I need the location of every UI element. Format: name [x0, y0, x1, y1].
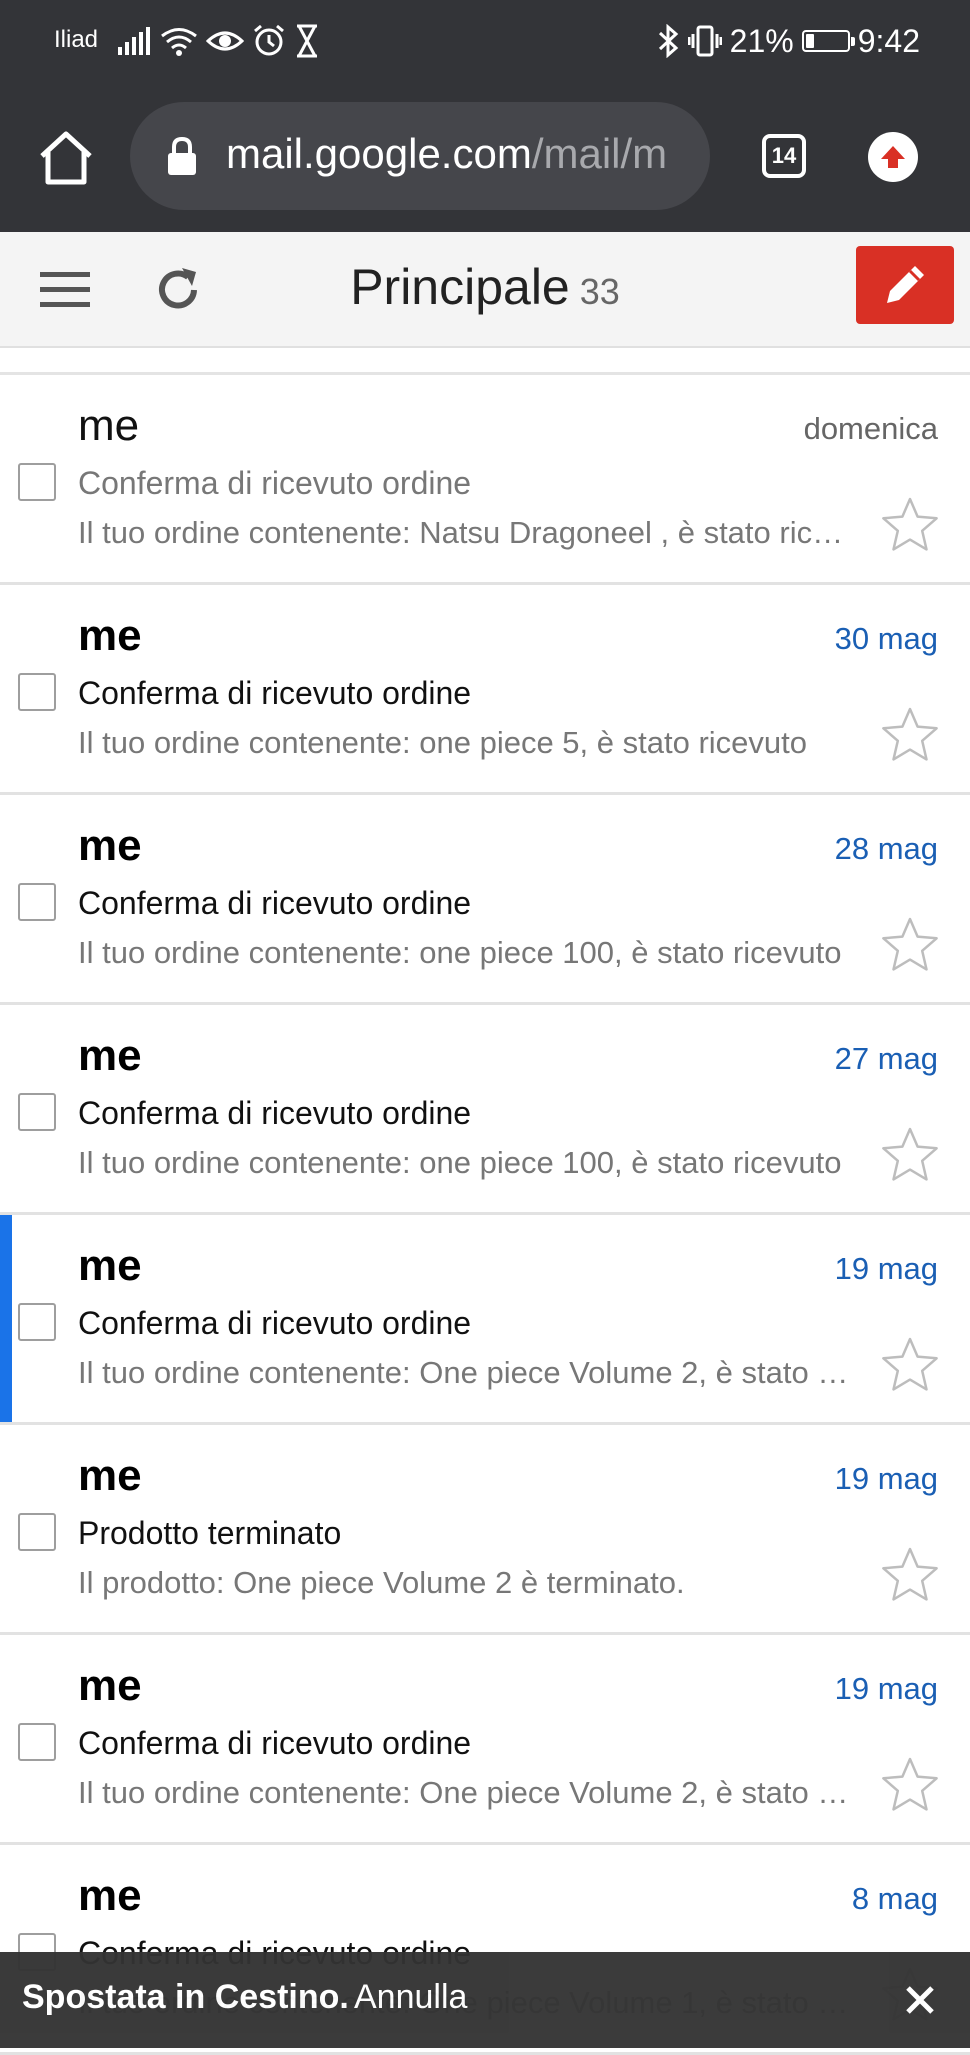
email-snippet: Il prodotto: One piece Volume 2 è termin…: [78, 1565, 685, 1600]
eye-icon: [206, 31, 244, 51]
email-date: 19 mag: [834, 1251, 938, 1286]
address-bar[interactable]: mail.google.com/mail/m: [130, 102, 710, 210]
email-sender: me: [78, 401, 140, 450]
unread-count: 33: [579, 271, 620, 312]
url-text: mail.google.com/mail/m: [226, 130, 667, 178]
email-snippet: Il tuo ordine contenente: One piece Volu…: [78, 1355, 858, 1390]
email-subject: Conferma di ricevuto ordine: [78, 675, 472, 711]
carrier-label: Iliad: [54, 26, 99, 53]
select-checkbox[interactable]: [18, 463, 56, 501]
email-subject: Conferma di ricevuto ordine: [78, 1095, 472, 1131]
battery-percent: 21%: [729, 22, 794, 59]
wifi-icon: [161, 28, 197, 56]
select-checkbox[interactable]: [18, 1303, 56, 1341]
email-snippet: Il tuo ordine contenente: One piece Volu…: [78, 1775, 858, 1810]
email-row[interactable]: me 30 mag Conferma di ricevuto ordine Il tu…: [0, 585, 970, 795]
email-snippet: Il tuo ordine contenente: Natsu Dragonee…: [78, 515, 858, 550]
email-date: 28 mag: [834, 831, 938, 866]
hourglass-icon: [297, 24, 317, 58]
email-date: 19 mag: [834, 1461, 938, 1496]
email-sender: me: [78, 1451, 142, 1500]
email-row[interactable]: me 27 mag Conferma di ricevuto ordine Il tu…: [0, 1005, 970, 1215]
url-path: /mail/m: [531, 130, 668, 177]
email-subject: Conferma di ricevuto ordine: [78, 1305, 472, 1341]
star-icon[interactable]: [880, 1125, 940, 1185]
email-snippet: Il tuo ordine contenente: one piece 100,…: [78, 1145, 842, 1180]
url-host: mail.google.com: [226, 130, 532, 177]
select-checkbox[interactable]: [18, 1723, 56, 1761]
snackbar-message: Spostata in Cestino.: [22, 1978, 349, 2016]
email-sender: me: [78, 821, 142, 870]
email-sender: me: [78, 611, 142, 660]
browser-toolbar: mail.google.com/mail/m 14: [0, 84, 970, 232]
undo-button[interactable]: Annulla: [354, 1978, 467, 2017]
email-snippet: Il tuo ordine contenente: one piece 100,…: [78, 935, 842, 970]
email-snippet: Il tuo ordine contenente: one piece 5, è…: [78, 725, 807, 760]
star-icon[interactable]: [880, 915, 940, 975]
home-icon[interactable]: [36, 128, 96, 188]
star-icon[interactable]: [880, 1755, 940, 1815]
tab-switcher-button[interactable]: 14: [762, 134, 806, 178]
select-checkbox[interactable]: [18, 883, 56, 921]
select-checkbox[interactable]: [18, 673, 56, 711]
star-icon[interactable]: [880, 495, 940, 555]
status-bar: Iliad 21% 9:42: [0, 0, 970, 84]
email-row[interactable]: me 19 mag Conferma di ricevuto ordine Il tu…: [0, 1215, 970, 1425]
clock: 9:42: [857, 22, 920, 59]
select-checkbox[interactable]: [18, 1093, 56, 1131]
email-date: domenica: [803, 411, 938, 446]
bluetooth-icon: [658, 24, 678, 58]
battery-icon: [801, 30, 855, 52]
pencil-icon: [887, 266, 924, 303]
email-sender: me: [78, 1871, 142, 1920]
email-date: 8 mag: [851, 1881, 938, 1916]
email-subject: Conferma di ricevuto ordine: [78, 1725, 472, 1761]
snackbar: Spostata in Cestino. Annulla: [0, 1952, 970, 2048]
email-date: 27 mag: [834, 1041, 938, 1076]
star-icon[interactable]: [880, 1335, 940, 1395]
star-icon[interactable]: [880, 705, 940, 765]
email-row[interactable]: me domenica Conferma di ricevuto ordine Il …: [0, 375, 970, 585]
update-button[interactable]: [868, 132, 918, 182]
email-row[interactable]: me 19 mag Prodotto terminato Il prodotto: O…: [0, 1425, 970, 1635]
email-row[interactable]: me 19 mag Conferma di ricevuto ordine Il tu…: [0, 1635, 970, 1845]
alarm-icon: [254, 24, 284, 56]
lock-icon: [168, 136, 196, 175]
gmail-toolbar: Principale 33: [0, 232, 970, 348]
mail-list: me domenica Conferma di ricevuto ordine Il …: [0, 375, 970, 2055]
email-sender: me: [78, 1031, 142, 1080]
signal-icon: [118, 27, 150, 55]
star-icon[interactable]: [880, 1545, 940, 1605]
vibrate-icon: [687, 25, 722, 57]
email-date: 30 mag: [834, 621, 938, 656]
tab-count: 14: [771, 143, 797, 168]
email-subject: Conferma di ricevuto ordine: [78, 885, 472, 921]
email-date: 19 mag: [834, 1671, 938, 1706]
email-sender: me: [78, 1661, 142, 1710]
folder-name: Principale: [350, 259, 570, 315]
close-icon[interactable]: [900, 1980, 940, 2020]
email-row[interactable]: me 28 mag Conferma di ricevuto ordine Il tu…: [0, 795, 970, 1005]
compose-button[interactable]: [856, 246, 954, 324]
arrow-up-icon: [881, 146, 905, 168]
email-subject: Conferma di ricevuto ordine: [78, 465, 472, 501]
page-title: Principale 33: [0, 258, 970, 316]
select-checkbox[interactable]: [18, 1513, 56, 1551]
email-sender: me: [78, 1241, 142, 1290]
email-subject: Prodotto terminato: [78, 1515, 342, 1551]
